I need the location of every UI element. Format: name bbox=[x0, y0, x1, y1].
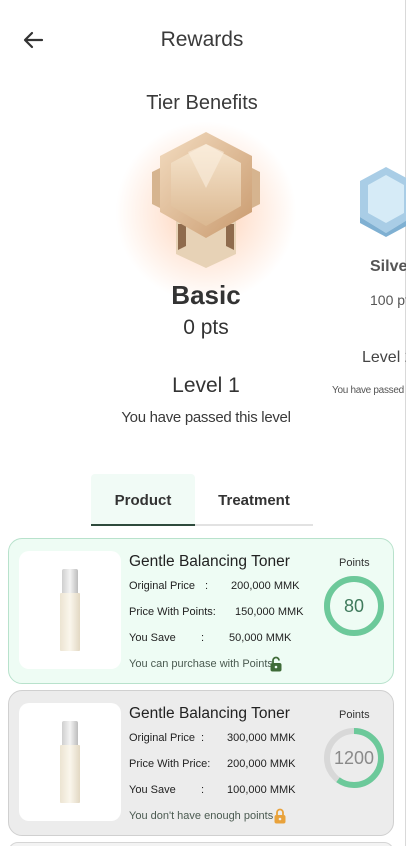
original-price-value: 300,000 MMK bbox=[227, 732, 296, 744]
original-price-row: Original Price : 200,000 MMK bbox=[129, 580, 299, 592]
tier-benefits-heading: Tier Benefits bbox=[146, 92, 258, 114]
required-points: 1200 bbox=[333, 747, 375, 768]
you-save-value: 50,000 MMK bbox=[229, 632, 292, 644]
toner-bottle-icon bbox=[60, 569, 80, 651]
page-title: Rewards bbox=[160, 28, 244, 51]
category-tabs: Product Treatment bbox=[91, 474, 313, 526]
original-price-label: Original Price bbox=[129, 580, 196, 592]
product-name: Gentle Balancing Toner bbox=[129, 705, 290, 722]
product-image bbox=[19, 703, 121, 821]
silver-tier-badge-icon[interactable] bbox=[356, 165, 406, 237]
next-tier-points: 100 pt bbox=[370, 292, 406, 308]
you-save-separator: : bbox=[201, 632, 205, 644]
points-label: Points bbox=[339, 709, 370, 721]
points-ring: 1200 bbox=[323, 727, 385, 789]
product-card[interactable]: Gentle Balancing Toner Original Price : … bbox=[8, 538, 394, 684]
current-tier-name: Basic bbox=[171, 280, 241, 310]
next-tier-name: Silve bbox=[370, 258, 406, 275]
you-save-label: You Save bbox=[129, 784, 176, 796]
price-with-price-row: Price With Price: 200,000 MMK bbox=[129, 758, 295, 770]
price-with-price-label: Price With Price: bbox=[129, 758, 211, 770]
original-price-row: Original Price : 300,000 MMK bbox=[129, 732, 295, 744]
current-tier-points: 0 pts bbox=[183, 316, 229, 339]
you-save-separator: : bbox=[201, 784, 205, 796]
you-save-value: 100,000 MMK bbox=[227, 784, 296, 796]
toner-bottle-icon bbox=[60, 721, 80, 803]
purchase-note: You can purchase with Points bbox=[129, 658, 273, 670]
you-save-row: You Save : 50,000 MMK bbox=[129, 632, 291, 644]
price-with-price-value: 200,000 MMK bbox=[227, 758, 296, 770]
tab-product[interactable]: Product bbox=[91, 474, 195, 526]
current-tier-status: You have passed this level bbox=[121, 409, 291, 426]
product-card[interactable] bbox=[8, 842, 394, 846]
you-save-row: You Save : 100,000 MMK bbox=[129, 784, 295, 796]
required-points: 80 bbox=[343, 595, 365, 616]
points-price-label: Price With Points: bbox=[129, 606, 216, 618]
next-tier-status: You have passed bbox=[332, 385, 404, 396]
unlocked-lock-icon bbox=[270, 656, 282, 672]
product-card[interactable]: Gentle Balancing Toner Original Price : … bbox=[8, 690, 394, 836]
original-price-label: Original Price bbox=[129, 732, 196, 744]
original-price-separator: : bbox=[201, 732, 205, 744]
product-image bbox=[19, 551, 121, 669]
points-price-row: Price With Points: 150,000 MMK bbox=[129, 606, 303, 618]
original-price-separator: : bbox=[205, 580, 209, 592]
insufficient-points-note: You don't have enough points bbox=[129, 810, 274, 822]
you-save-label: You Save bbox=[129, 632, 176, 644]
points-ring: 80 bbox=[323, 575, 385, 637]
basic-tier-badge-icon[interactable] bbox=[148, 128, 264, 268]
locked-lock-icon bbox=[274, 808, 286, 824]
next-tier-level: Level 2 bbox=[362, 349, 406, 366]
original-price-value: 200,000 MMK bbox=[231, 580, 300, 592]
product-name: Gentle Balancing Toner bbox=[129, 553, 290, 570]
points-price-value: 150,000 MMK bbox=[235, 606, 304, 618]
points-label: Points bbox=[339, 557, 370, 569]
tab-treatment[interactable]: Treatment bbox=[195, 474, 313, 526]
top-bar: Rewards bbox=[0, 0, 406, 80]
